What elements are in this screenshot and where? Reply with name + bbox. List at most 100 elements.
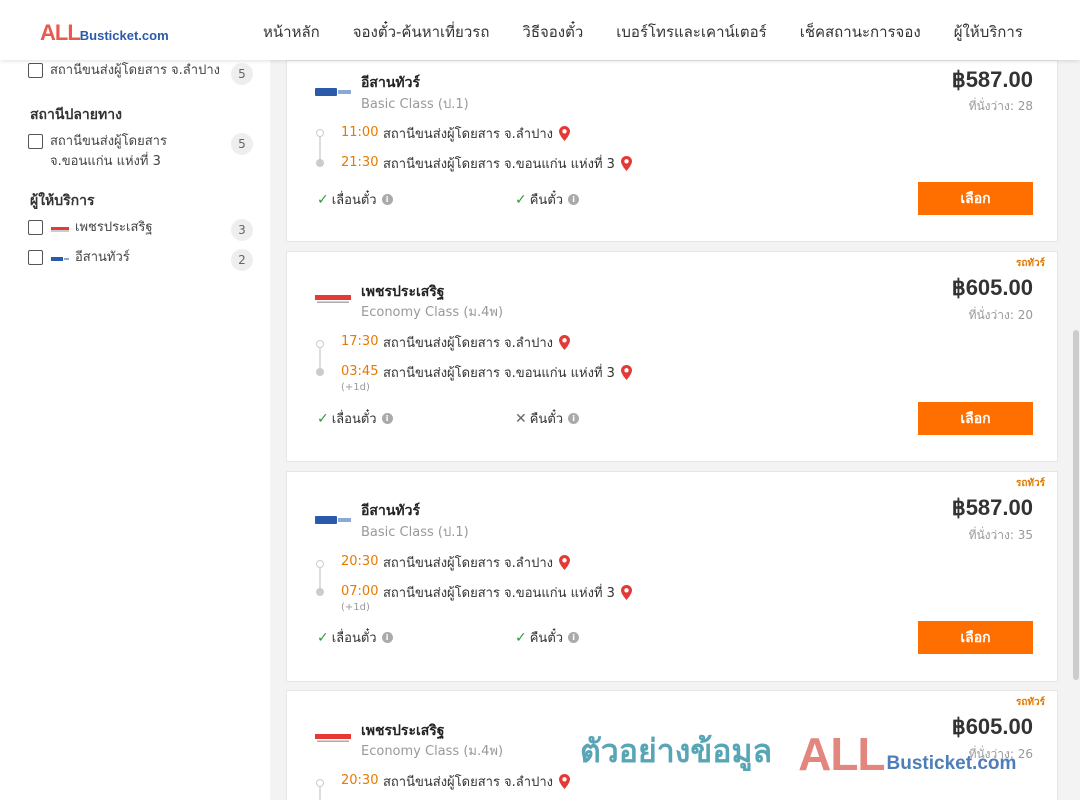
arrival-dot	[316, 159, 324, 167]
filter-sidebar: สถานีขนส่งผู้โดยสาร จ.ลำปาง 5 สถานีปลายท…	[0, 60, 270, 800]
arrival-time: 03:45	[341, 364, 379, 379]
phetprasert-logo-icon	[51, 227, 69, 232]
isantour-logo-icon	[315, 88, 351, 96]
isantour-logo-icon	[315, 516, 351, 524]
operator-name: เพชรประเสริฐ	[361, 284, 445, 300]
count-badge: 5	[231, 63, 253, 85]
feature-label: เลื่อนตั๋ว	[331, 631, 377, 646]
checkbox[interactable]	[28, 63, 43, 78]
info-icon[interactable]: i	[381, 632, 393, 643]
nav-phone-counters[interactable]: เบอร์โทรและเคาน์เตอร์	[616, 20, 766, 44]
checkbox[interactable]	[28, 220, 43, 235]
price: ฿605.00	[951, 714, 1033, 739]
cross-icon: ✕	[515, 410, 527, 427]
info-icon[interactable]: i	[568, 632, 580, 643]
arrival-dot	[316, 588, 324, 596]
select-button[interactable]: เลือก	[918, 621, 1033, 654]
change-ticket-feature: ✓ เลื่อนตั๋ว i	[317, 408, 393, 429]
bus-type-badge: รถทัวร์	[1015, 478, 1045, 489]
refund-ticket-feature: ✕ คืนตั๋ว i	[515, 408, 580, 429]
scrollbar-thumb[interactable]	[1073, 330, 1079, 680]
trip-card: รถทัวร์ เพชรประเสริฐ Economy Class (ม.4พ…	[286, 251, 1058, 462]
map-pin-icon[interactable]	[558, 555, 570, 570]
bus-class: Economy Class (ม.4พ)	[361, 744, 504, 759]
price: ฿587.00	[951, 67, 1033, 92]
refund-ticket-feature: ✓ คืนตั๋ว i	[515, 189, 580, 210]
departure-time: 20:30	[341, 554, 379, 569]
filter-label-line2: จ.ขอนแก่น แห่งที่ 3	[50, 154, 161, 169]
map-pin-icon[interactable]	[558, 774, 570, 789]
nav-operators[interactable]: ผู้ให้บริการ	[954, 20, 1023, 44]
arrival-time: 21:30	[341, 155, 379, 170]
feature-label: เลื่อนตั๋ว	[331, 193, 377, 208]
departure-dot	[316, 560, 324, 568]
feature-label: คืนตั๋ว	[529, 193, 564, 208]
info-icon[interactable]: i	[568, 413, 580, 424]
bus-type-badge: รถทัวร์	[1015, 258, 1045, 269]
nav-home[interactable]: หน้าหลัก	[263, 20, 320, 44]
nav-check-status[interactable]: เช็คสถานะการจอง	[800, 20, 921, 44]
map-pin-icon[interactable]	[558, 335, 570, 350]
dest-heading: สถานีปลายทาง	[30, 107, 122, 123]
isantour-logo-icon	[51, 257, 69, 261]
info-icon[interactable]: i	[381, 413, 393, 424]
arrival-time: 07:00	[341, 584, 379, 599]
departure-dot	[316, 340, 324, 348]
map-pin-icon[interactable]	[620, 156, 632, 171]
bus-class: Basic Class (ป.1)	[361, 97, 469, 112]
filter-origin-item[interactable]: สถานีขนส่งผู้โดยสาร จ.ลำปาง	[28, 61, 220, 81]
stop-name: สถานีขนส่งผู้โดยสาร จ.ลำปาง	[383, 556, 553, 571]
feature-label: เลื่อนตั๋ว	[331, 412, 377, 427]
operator-name: อีสานทัวร์	[361, 503, 420, 519]
departure-stop: สถานีขนส่งผู้โดยสาร จ.ลำปาง	[383, 123, 570, 144]
filter-label: สถานีขนส่งผู้โดยสาร จ.ลำปาง	[50, 63, 220, 78]
map-pin-icon[interactable]	[620, 585, 632, 600]
departure-dot	[316, 779, 324, 787]
stop-name: สถานีขนส่งผู้โดยสาร จ.ขอนแก่น แห่งที่ 3	[383, 586, 615, 601]
logo-all: ALL	[40, 20, 81, 45]
price: ฿605.00	[951, 275, 1033, 300]
check-icon: ✓	[317, 191, 329, 208]
checkbox[interactable]	[28, 250, 43, 265]
nav-how-to-book[interactable]: วิธีจองตั๋ว	[522, 20, 583, 44]
map-pin-icon[interactable]	[558, 126, 570, 141]
seats-available: ที่นั่งว่าง: 26	[968, 747, 1033, 761]
phetprasert-logo-icon	[315, 734, 351, 742]
change-ticket-feature: ✓ เลื่อนตั๋ว i	[317, 627, 393, 648]
select-button[interactable]: เลือก	[918, 182, 1033, 215]
operator-heading: ผู้ให้บริการ	[30, 193, 95, 209]
info-icon[interactable]: i	[568, 194, 580, 205]
price: ฿587.00	[951, 495, 1033, 520]
departure-stop: สถานีขนส่งผู้โดยสาร จ.ลำปาง	[383, 771, 570, 792]
bus-class: Economy Class (ม.4พ)	[361, 305, 504, 320]
site-logo[interactable]: ALLBusticket.com	[40, 20, 169, 46]
map-pin-icon[interactable]	[620, 365, 632, 380]
phetprasert-logo-icon	[315, 295, 351, 303]
departure-time: 17:30	[341, 334, 379, 349]
arrival-stop: สถานีขนส่งผู้โดยสาร จ.ขอนแก่น แห่งที่ 3	[383, 582, 632, 603]
trip-card: รถทัวร์ อีสานทัวร์ Basic Class (ป.1) ฿58…	[286, 471, 1058, 682]
info-icon[interactable]: i	[381, 194, 393, 205]
checkbox[interactable]	[28, 134, 43, 149]
filter-label: อีสานทัวร์	[75, 250, 130, 265]
filter-operator-item[interactable]: อีสานทัวร์	[28, 248, 130, 268]
filter-operator-item[interactable]: เพชรประเสริฐ	[28, 218, 153, 238]
next-day-label: (+1d)	[341, 382, 370, 393]
departure-stop: สถานีขนส่งผู้โดยสาร จ.ลำปาง	[383, 552, 570, 573]
trip-card: รถทัวร์ เพชรประเสริฐ Economy Class (ม.4พ…	[286, 690, 1058, 800]
departure-stop: สถานีขนส่งผู้โดยสาร จ.ลำปาง	[383, 332, 570, 353]
arrival-stop: สถานีขนส่งผู้โดยสาร จ.ขอนแก่น แห่งที่ 3	[383, 362, 632, 383]
stop-name: สถานีขนส่งผู้โดยสาร จ.ลำปาง	[383, 127, 553, 142]
bus-class: Basic Class (ป.1)	[361, 525, 469, 540]
filter-label: เพชรประเสริฐ	[75, 220, 153, 235]
filter-label: สถานีขนส่งผู้โดยสาร จ.ขอนแก่น แห่งที่ 3	[50, 132, 167, 172]
refund-ticket-feature: ✓ คืนตั๋ว i	[515, 627, 580, 648]
logo-busticket: Busticket.com	[79, 28, 169, 43]
check-icon: ✓	[317, 629, 329, 646]
seats-available: ที่นั่งว่าง: 20	[968, 308, 1033, 322]
nav-booking-search[interactable]: จองตั๋ว-ค้นหาเที่ยวรถ	[353, 20, 490, 44]
check-icon: ✓	[317, 410, 329, 427]
select-button[interactable]: เลือก	[918, 402, 1033, 435]
site-header: ALLBusticket.com หน้าหลัก จองตั๋ว-ค้นหาเ…	[0, 0, 1080, 60]
filter-dest-item[interactable]: สถานีขนส่งผู้โดยสาร จ.ขอนแก่น แห่งที่ 3	[28, 132, 167, 172]
